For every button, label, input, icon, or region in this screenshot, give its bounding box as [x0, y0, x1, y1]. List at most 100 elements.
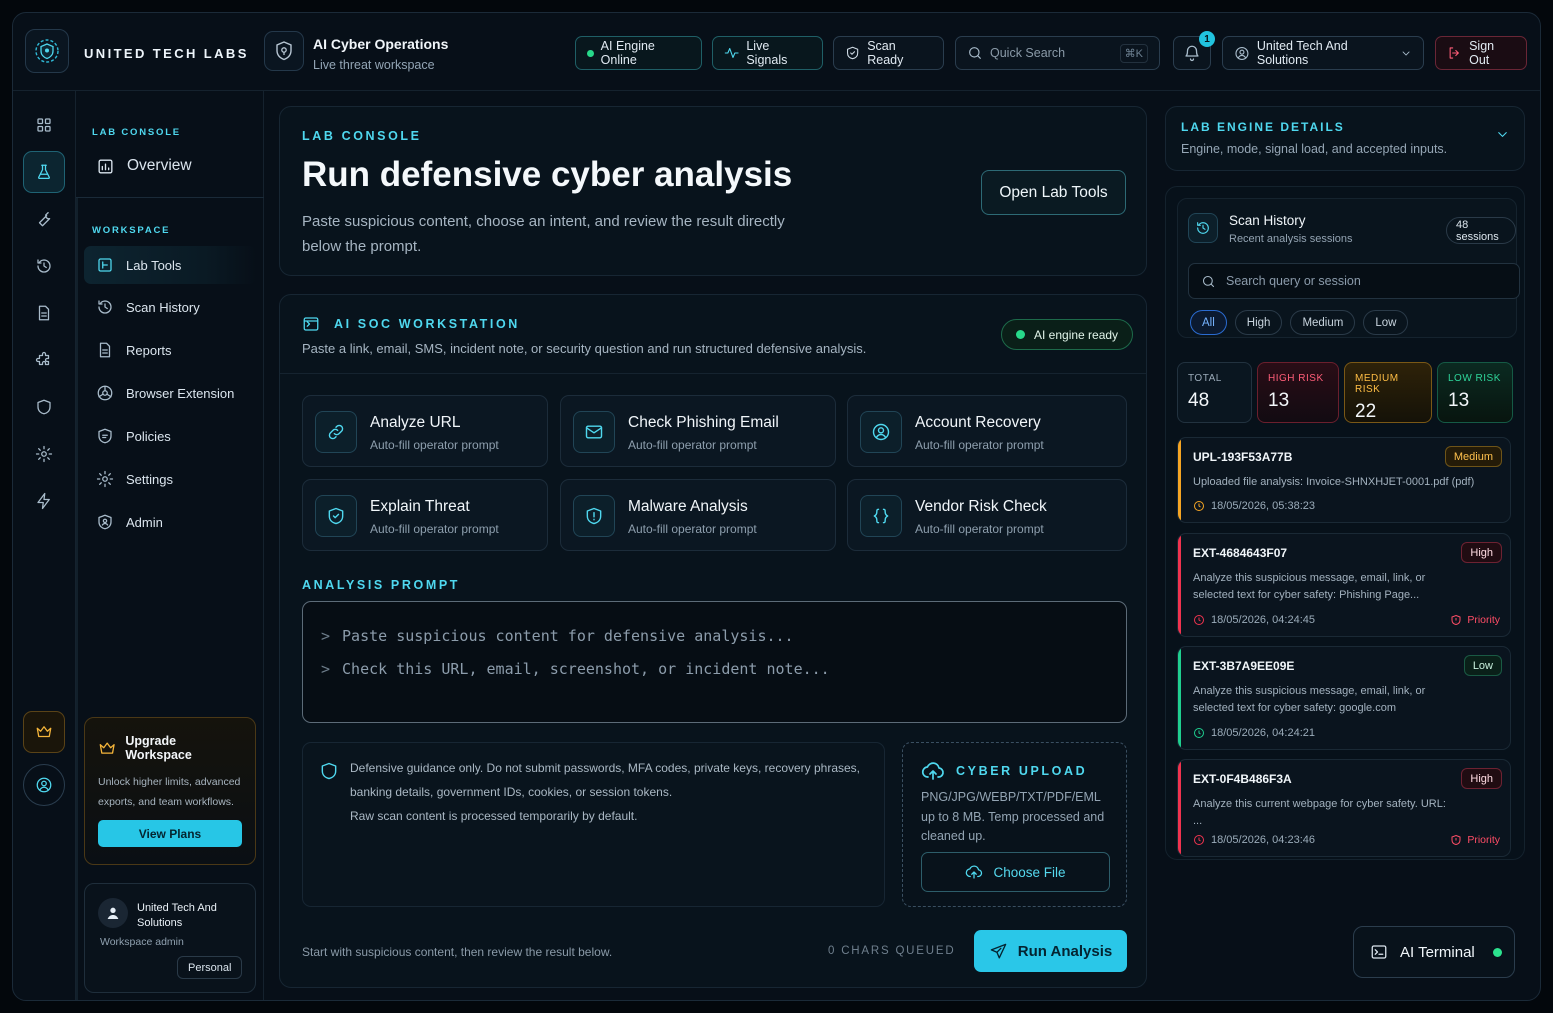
live-signals-button[interactable]: Live Signals	[712, 36, 823, 70]
send-icon	[990, 943, 1007, 959]
lab-engine-details[interactable]: LAB ENGINE DETAILS Engine, mode, signal …	[1165, 106, 1525, 171]
live-signals-label: Live Signals	[746, 39, 788, 67]
shield-alert-icon	[1451, 834, 1461, 846]
scan-history-subtitle: Recent analysis sessions	[1229, 233, 1353, 245]
brand-logo-icon[interactable]	[25, 29, 69, 73]
brand-name: UNITED TECH LABS	[84, 46, 249, 61]
sidebar-item-admin[interactable]: Admin	[84, 503, 256, 541]
engine-status-button[interactable]: AI Engine Online	[575, 36, 702, 70]
rail-policies[interactable]	[23, 386, 65, 428]
rail-history[interactable]	[23, 245, 65, 287]
workstation-description: Paste a link, email, SMS, incident note,…	[302, 341, 867, 356]
ai-terminal-label: AI Terminal	[1400, 943, 1475, 961]
history-search-input[interactable]: Search query or session	[1188, 263, 1520, 299]
cloud-upload-icon	[966, 865, 983, 879]
sidebar-item-label: Admin	[126, 514, 163, 530]
sidebar-item-reports[interactable]: Reports	[84, 331, 256, 369]
rail-settings[interactable]	[23, 433, 65, 475]
choose-file-button[interactable]: Choose File	[921, 852, 1110, 892]
filter-all[interactable]: All	[1190, 310, 1227, 335]
filter-medium[interactable]: Medium	[1290, 310, 1356, 335]
terminal-box-icon	[303, 317, 319, 331]
workspace-label: WORKSPACE	[92, 225, 171, 236]
rail-reports[interactable]	[23, 292, 65, 334]
rail-quick-actions[interactable]	[23, 480, 65, 522]
sign-out-button[interactable]: Sign Out	[1435, 36, 1527, 70]
scan-ready-button[interactable]: Scan Ready	[833, 36, 944, 70]
rail-profile[interactable]	[23, 764, 65, 806]
flask-icon	[38, 164, 50, 180]
notifications-button[interactable]: 1	[1173, 31, 1215, 70]
rail-dashboard[interactable]	[23, 104, 65, 146]
scan-history-header: Scan History Recent analysis sessions 48…	[1177, 198, 1520, 338]
upgrade-title: Upgrade Workspace	[125, 734, 192, 762]
risk-bar	[1178, 438, 1181, 522]
sidebar-divider	[76, 197, 264, 198]
sidebar-item-browser-extension[interactable]: Browser Extension	[84, 374, 256, 412]
history-entry[interactable]: EXT-0F4B486F3A High Analyze this current…	[1177, 759, 1511, 857]
entry-time: 18/05/2026, 04:24:21	[1193, 727, 1315, 739]
crown-icon	[99, 741, 115, 754]
user-card[interactable]: United Tech And Solutions Workspace admi…	[84, 883, 256, 993]
quick-search-input[interactable]: Quick Search ⌘K	[955, 36, 1160, 70]
cyber-upload-dropzone[interactable]: CYBER UPLOAD PNG/JPG/WEBP/TXT/PDF/EML up…	[902, 742, 1127, 907]
upload-title: CYBER UPLOAD	[956, 764, 1088, 778]
tool-malware-analysis[interactable]: Malware Analysis Auto-fill operator prom…	[560, 479, 836, 551]
tool-check-phishing-email[interactable]: Check Phishing Email Auto-fill operator …	[560, 395, 836, 467]
grid-icon	[37, 118, 51, 132]
account-menu-button[interactable]: United Tech And Solutions	[1222, 36, 1424, 70]
lab-console-label: LAB CONSOLE	[92, 127, 181, 138]
tool-vendor-risk-check[interactable]: Vendor Risk Check Auto-fill operator pro…	[847, 479, 1127, 551]
user-circle-icon	[1235, 46, 1249, 60]
entry-id: EXT-3B7A9EE09E	[1193, 659, 1295, 673]
crown-icon	[36, 726, 52, 738]
tool-analyze-url[interactable]: Analyze URL Auto-fill operator prompt	[302, 395, 548, 467]
risk-filter-chips: All High Medium Low	[1190, 310, 1409, 335]
choose-file-label: Choose File	[993, 864, 1066, 880]
workspace-subtitle: Live threat workspace	[313, 58, 435, 72]
ai-terminal-button[interactable]: AI Terminal	[1353, 926, 1515, 978]
run-analysis-button[interactable]: Run Analysis	[974, 930, 1127, 972]
history-entry[interactable]: EXT-4684643F07 High Analyze this suspici…	[1177, 533, 1511, 637]
rail-upgrade[interactable]	[23, 711, 65, 753]
shield-icon	[98, 428, 112, 444]
sidebar-item-label: Scan History	[126, 299, 200, 315]
history-entry[interactable]: UPL-193F53A77B Medium Uploaded file anal…	[1177, 437, 1511, 523]
rail-tools[interactable]	[23, 198, 65, 240]
stat-high-risk: HIGH RISK 13	[1257, 362, 1339, 423]
history-entry[interactable]: EXT-3B7A9EE09E Low Analyze this suspicio…	[1177, 646, 1511, 750]
user-icon	[107, 907, 119, 919]
document-icon	[99, 342, 111, 358]
view-plans-button[interactable]: View Plans	[98, 820, 242, 847]
filter-low[interactable]: Low	[1363, 310, 1409, 335]
tool-subtitle: Auto-fill operator prompt	[370, 438, 499, 452]
chars-queued: 0 CHARS QUEUED	[828, 945, 956, 957]
plan-badge: Personal	[177, 956, 243, 979]
sidebar-item-settings[interactable]: Settings	[84, 460, 256, 498]
sign-out-label: Sign Out	[1469, 39, 1495, 67]
cloud-upload-icon	[921, 762, 944, 780]
entry-id: UPL-193F53A77B	[1193, 450, 1293, 464]
engine-ready-label: AI engine ready	[1034, 327, 1119, 342]
filter-high[interactable]: High	[1234, 310, 1283, 335]
upgrade-description: Unlock higher limits, advanced exports, …	[98, 776, 241, 808]
user-name: United Tech And Solutions	[137, 902, 217, 929]
rail-extension[interactable]	[23, 339, 65, 381]
history-icon	[1188, 213, 1218, 243]
guidance-text: Raw scan content is processed temporaril…	[350, 809, 638, 823]
sidebar-item-lab-tools[interactable]: Lab Tools	[84, 246, 256, 284]
sidebar-item-label: Settings	[126, 471, 173, 487]
sidebar-item-policies[interactable]: Policies	[84, 417, 256, 455]
search-shortcut: ⌘K	[1119, 43, 1148, 63]
chevron-down-icon[interactable]	[1495, 127, 1510, 142]
tool-explain-threat[interactable]: Explain Threat Auto-fill operator prompt	[302, 479, 548, 551]
terminal-online-dot-icon	[1492, 947, 1502, 957]
analysis-prompt-input[interactable]: > Paste suspicious content for defensive …	[302, 601, 1127, 723]
engine-details-subtitle: Engine, mode, signal load, and accepted …	[1181, 142, 1448, 156]
sidebar-item-scan-history[interactable]: Scan History	[84, 288, 256, 326]
sidebar-item-overview[interactable]: Overview	[84, 147, 256, 185]
risk-badge: High	[1461, 768, 1502, 789]
tool-account-recovery[interactable]: Account Recovery Auto-fill operator prom…	[847, 395, 1127, 467]
open-lab-tools-button[interactable]: Open Lab Tools	[981, 170, 1126, 215]
rail-lab[interactable]	[23, 151, 65, 193]
